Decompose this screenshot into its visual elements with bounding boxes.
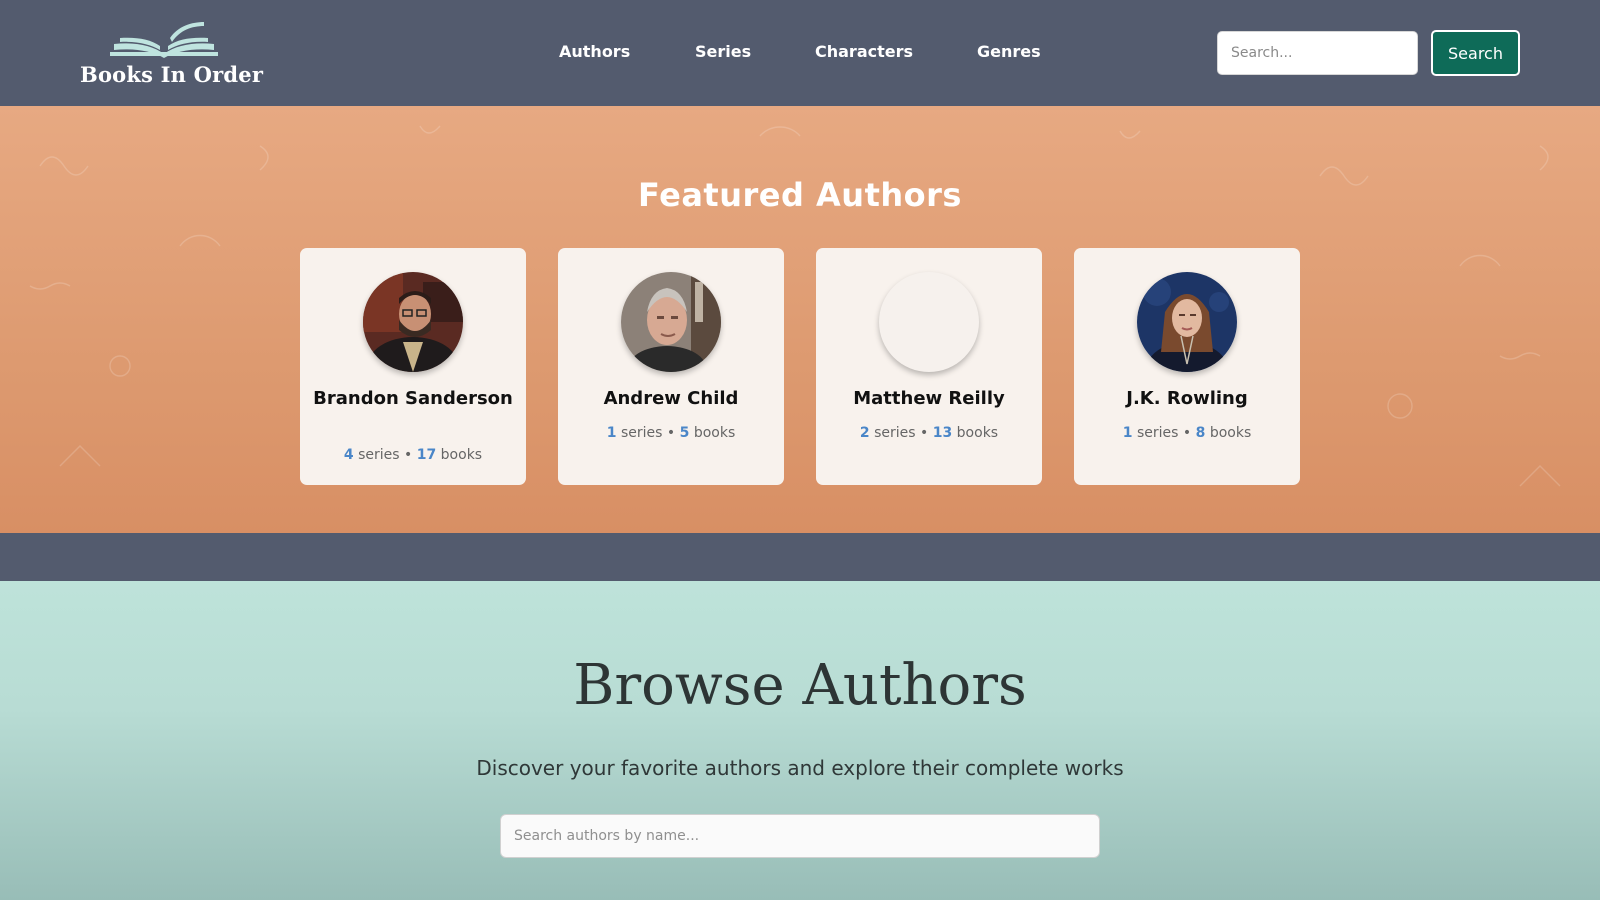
- author-search-input[interactable]: [500, 814, 1100, 858]
- author-stats: 1 series • 8 books: [1122, 425, 1252, 441]
- author-name: Matthew Reilly: [853, 388, 1005, 409]
- author-photo: [1137, 272, 1237, 372]
- author-card-matthew-reilly[interactable]: Matthew Reilly 2 series • 13 books: [816, 248, 1042, 485]
- browse-title: Browse Authors: [573, 653, 1027, 718]
- series-count: 1: [606, 425, 617, 441]
- author-stats: 4 series • 17 books: [343, 447, 483, 463]
- books-label: books: [956, 425, 999, 441]
- author-stats: 1 series • 5 books: [606, 425, 736, 441]
- book-count: 5: [679, 425, 690, 441]
- book-count: 13: [932, 425, 953, 441]
- author-name: J.K. Rowling: [1126, 388, 1248, 409]
- decorative-pattern: [29, 125, 1561, 487]
- browse-authors-section: Browse Authors Discover your favorite au…: [0, 581, 1600, 900]
- series-count: 2: [859, 425, 870, 441]
- header-search-button[interactable]: Search: [1431, 30, 1520, 76]
- nav-link-genres[interactable]: Genres: [977, 42, 1041, 61]
- series-label: series: [358, 447, 400, 463]
- author-card-jk-rowling[interactable]: J.K. Rowling 1 series • 8 books: [1074, 248, 1300, 485]
- series-label: series: [620, 425, 663, 441]
- author-name: Brandon Sanderson: [313, 388, 513, 409]
- nav-link-characters[interactable]: Characters: [815, 42, 913, 61]
- series-count: 1: [1122, 425, 1133, 441]
- author-name: Andrew Child: [603, 388, 739, 409]
- books-label: books: [693, 425, 736, 441]
- featured-authors-section: Featured Authors Brandon Sanderson 4 ser…: [0, 106, 1600, 533]
- featured-title: Featured Authors: [638, 176, 962, 214]
- author-photo: [621, 272, 721, 372]
- author-photo: [363, 272, 463, 372]
- series-label: series: [1136, 425, 1179, 441]
- book-count: 17: [416, 447, 437, 463]
- series-label: series: [874, 425, 916, 441]
- header-search-input[interactable]: [1217, 31, 1418, 75]
- section-divider: [0, 533, 1600, 581]
- author-stats: 2 series • 13 books: [859, 425, 999, 441]
- author-photo-placeholder: [879, 272, 979, 372]
- books-label: books: [1209, 425, 1252, 441]
- author-card-brandon-sanderson[interactable]: Brandon Sanderson 4 series • 17 books: [300, 248, 526, 485]
- browse-subtitle: Discover your favorite authors and explo…: [476, 756, 1124, 780]
- book-count: 8: [1195, 425, 1206, 441]
- series-count: 4: [343, 447, 354, 463]
- nav-link-series[interactable]: Series: [695, 42, 751, 61]
- books-label: books: [440, 447, 483, 463]
- nav-link-authors[interactable]: Authors: [559, 42, 630, 61]
- top-navbar: Books In Order Authors Series Characters…: [0, 0, 1600, 106]
- author-card-andrew-child[interactable]: Andrew Child 1 series • 5 books: [558, 248, 784, 485]
